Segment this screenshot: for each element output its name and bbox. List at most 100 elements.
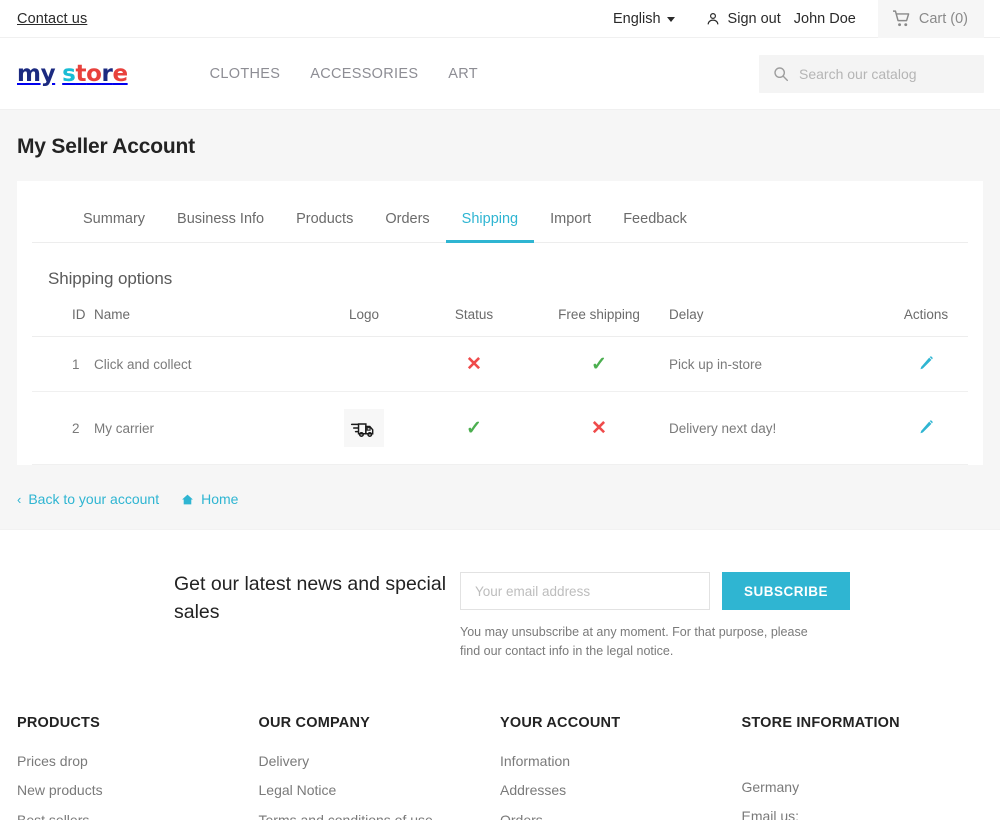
- back-to-account-label: Back to your account: [28, 491, 160, 507]
- cell-status: ✓: [419, 391, 529, 465]
- edit-pencil-icon[interactable]: [918, 354, 935, 374]
- nav-item-art[interactable]: ART: [448, 66, 478, 82]
- carrier-logo: [344, 409, 384, 447]
- cell-free-shipping: ✓: [529, 336, 669, 392]
- site-header: my store CLOTHES ACCESSORIES ART Search o…: [0, 38, 1000, 110]
- shipping-options-table: ID Name Logo Status Free shipping Delay …: [32, 307, 968, 465]
- logo-letter-m: m: [17, 60, 41, 87]
- search-input[interactable]: Search our catalog: [759, 54, 984, 93]
- cell-actions: [884, 336, 968, 392]
- language-selector[interactable]: English: [613, 11, 675, 27]
- footer-heading-our-company: OUR COMPANY: [258, 714, 370, 731]
- check-icon: ✓: [591, 353, 607, 375]
- tab-import[interactable]: Import: [534, 211, 607, 243]
- footer-link-legal-notice[interactable]: Legal Notice: [259, 780, 501, 802]
- newsletter-input-row: Your email address SUBSCRIBE: [460, 572, 851, 610]
- cart-label: Cart (0): [918, 10, 968, 27]
- main-navigation: CLOTHES ACCESSORIES ART: [210, 66, 478, 82]
- footer-link-delivery[interactable]: Delivery: [259, 751, 501, 773]
- tab-summary[interactable]: Summary: [67, 211, 161, 243]
- cell-name: My carrier: [94, 391, 309, 465]
- edit-pencil-icon[interactable]: [918, 418, 935, 438]
- newsletter-email-placeholder: Your email address: [475, 583, 591, 599]
- footer-link-new-products[interactable]: New products: [17, 780, 259, 802]
- nav-item-clothes[interactable]: CLOTHES: [210, 66, 281, 82]
- home-link[interactable]: Home: [181, 491, 238, 507]
- store-email-label: Email us:: [741, 808, 800, 820]
- contact-us-link[interactable]: Contact us: [17, 11, 87, 27]
- subscribe-button[interactable]: SUBSCRIBE: [722, 572, 851, 610]
- column-header-name: Name: [94, 307, 309, 337]
- footer-link-addresses[interactable]: Addresses: [500, 780, 742, 802]
- section-title: Shipping options: [48, 269, 173, 288]
- newsletter-section: Get our latest news and special sales Yo…: [0, 529, 1000, 661]
- footer-link-prices-drop[interactable]: Prices drop: [17, 751, 259, 773]
- footer-spacer: [742, 751, 984, 777]
- logo-letter-y: y: [40, 60, 56, 87]
- table-head: ID Name Logo Status Free shipping Delay …: [32, 307, 968, 337]
- cross-icon: ✕: [591, 417, 607, 439]
- cell-logo: [309, 391, 419, 465]
- person-icon: [707, 12, 718, 24]
- chevron-down-icon: [666, 17, 675, 22]
- footer-links-row: ‹ Back to your account Home: [0, 465, 1000, 529]
- site-logo[interactable]: my store: [17, 61, 128, 87]
- footer-link-best-sellers[interactable]: Best sellers: [17, 810, 259, 820]
- logo-letter-t: t: [75, 60, 87, 87]
- column-header-status: Status: [419, 307, 529, 337]
- cell-status: ✕: [419, 336, 529, 392]
- column-header-delay: Delay: [669, 307, 884, 337]
- footer-column-your-account: YOUR ACCOUNT Information Addresses Order…: [500, 715, 742, 820]
- check-icon: ✓: [466, 417, 482, 439]
- footer-column-products: PRODUCTS Prices drop New products Best s…: [17, 715, 259, 820]
- language-label: English: [612, 10, 661, 27]
- footer-link-orders[interactable]: Orders: [500, 810, 742, 820]
- footer-link-terms[interactable]: Terms and conditions of use: [259, 810, 501, 820]
- table-row: 1 Click and collect ✕ ✓ Pick up in-store: [32, 336, 968, 392]
- top-bar: Contact us English Sign out John Doe Car…: [0, 0, 1000, 38]
- newsletter-form: Your email address SUBSCRIBE You may uns…: [460, 570, 851, 661]
- cell-delay: Pick up in-store: [669, 336, 884, 392]
- user-account-block[interactable]: Sign out John Doe: [705, 11, 856, 27]
- column-header-id: ID: [32, 307, 94, 337]
- footer-heading-products: PRODUCTS: [17, 714, 100, 731]
- search-icon: [774, 66, 789, 81]
- tab-feedback[interactable]: Feedback: [607, 211, 703, 243]
- footer-link-information[interactable]: Information: [500, 751, 742, 773]
- tab-shipping[interactable]: Shipping: [445, 211, 535, 243]
- footer-heading-store-information: STORE INFORMATION: [741, 714, 900, 731]
- table-row: 2 My carrier ✓ ✕ Delivery next day!: [32, 391, 968, 465]
- logo-letter-s: s: [62, 60, 76, 87]
- cell-name: Click and collect: [94, 336, 309, 392]
- logo-letter-e: e: [112, 60, 128, 87]
- cell-actions: [884, 391, 968, 465]
- back-to-account-link[interactable]: ‹ Back to your account: [17, 491, 159, 507]
- nav-item-accessories[interactable]: ACCESSORIES: [310, 66, 418, 82]
- sign-out-link[interactable]: Sign out: [728, 11, 781, 27]
- tab-orders[interactable]: Orders: [369, 211, 445, 243]
- newsletter-note: You may unsubscribe at any moment. For t…: [460, 625, 808, 658]
- footer-column-our-company: OUR COMPANY Delivery Legal Notice Terms …: [259, 715, 501, 820]
- column-header-logo: Logo: [309, 307, 419, 337]
- logo-letter-o: o: [86, 60, 102, 87]
- newsletter-title: Get our latest news and special sales: [174, 573, 447, 624]
- shopping-cart-icon: [892, 10, 910, 27]
- cell-id: 1: [32, 336, 94, 392]
- account-tabs: Summary Business Info Products Orders Sh…: [32, 181, 968, 243]
- page-content: My Seller Account Summary Business Info …: [0, 110, 1000, 465]
- cell-id: 2: [32, 391, 94, 465]
- cell-logo: [309, 336, 419, 392]
- newsletter-email-input[interactable]: Your email address: [460, 572, 710, 610]
- table-header-row: ID Name Logo Status Free shipping Delay …: [32, 307, 968, 337]
- user-name: John Doe: [793, 10, 856, 27]
- logo-letter-r: r: [101, 60, 113, 87]
- tab-products[interactable]: Products: [280, 211, 369, 243]
- column-header-free-shipping: Free shipping: [529, 307, 669, 337]
- cart-button[interactable]: Cart (0): [877, 0, 984, 38]
- cell-delay: Delivery next day!: [669, 391, 884, 465]
- cell-free-shipping: ✕: [529, 391, 669, 465]
- home-icon: [182, 494, 194, 504]
- footer-heading-your-account: YOUR ACCOUNT: [500, 714, 621, 731]
- column-header-actions: Actions: [884, 307, 968, 337]
- tab-business-info[interactable]: Business Info: [161, 211, 280, 243]
